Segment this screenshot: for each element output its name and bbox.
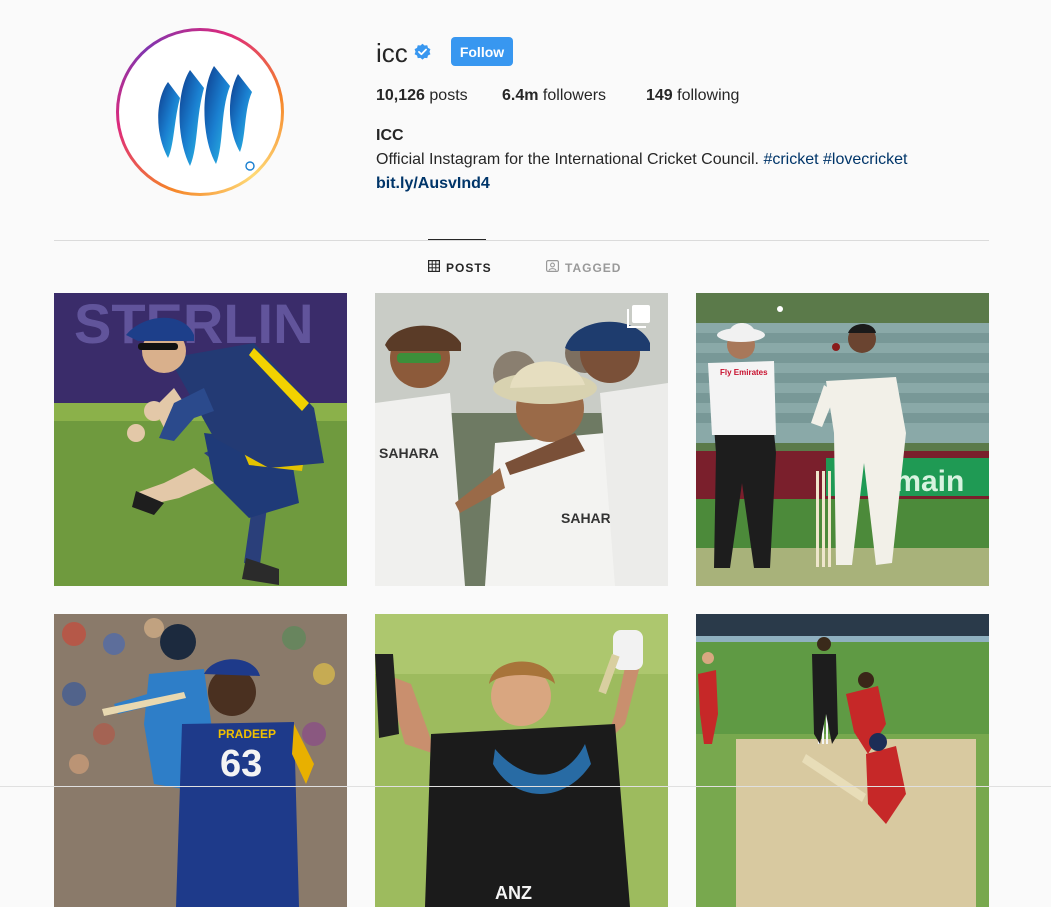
icc-logo (158, 66, 255, 171)
post-image: STERLIN (54, 293, 347, 586)
follow-button[interactable]: Follow (451, 37, 513, 66)
tabs-divider (54, 240, 989, 241)
avatar-image (119, 31, 281, 193)
jersey-number-text: 63 (220, 743, 262, 785)
post-thumbnail[interactable]: PRADEEP 63 (54, 614, 347, 907)
post-image: SAHARA SAHARA (375, 293, 668, 586)
post-image: ANZ (375, 614, 668, 907)
posts-count-label: posts (429, 87, 468, 104)
posts-count: 10,126 posts (376, 87, 468, 105)
profile-bio: Official Instagram for the International… (376, 151, 908, 169)
sponsor-text: SAHARA (379, 445, 439, 461)
sponsor-text: ANZ (495, 883, 532, 903)
bio-text: Official Instagram for the International… (376, 151, 759, 168)
following-count-value: 149 (646, 87, 673, 104)
post-image (696, 614, 989, 907)
post-thumbnail[interactable]: SAHARA SAHARA (375, 293, 668, 586)
posts-count-value: 10,126 (376, 87, 425, 104)
following-link[interactable]: 149 following (646, 87, 739, 105)
verified-badge-icon (413, 43, 432, 62)
banner-text: STERLIN (74, 293, 314, 355)
post-image: PRADEEP 63 (54, 614, 347, 907)
tagged-icon (546, 260, 560, 275)
profile-avatar[interactable] (116, 28, 284, 196)
grid-icon (428, 260, 441, 275)
post-thumbnail[interactable] (696, 614, 989, 907)
followers-link[interactable]: 6.4m followers (502, 87, 606, 105)
post-image: omain Fly Emirates (696, 293, 989, 586)
tab-tagged-label: TAGGED (565, 260, 622, 275)
profile-full-name: ICC (376, 127, 404, 144)
post-thumbnail[interactable]: omain Fly Emirates (696, 293, 989, 586)
following-count-label: following (677, 87, 740, 104)
active-tab-indicator (428, 239, 486, 240)
post-thumbnail[interactable]: STERLIN (54, 293, 347, 586)
tab-posts-label: POSTS (446, 260, 492, 275)
page-bottom-edge (0, 786, 1051, 787)
profile-website-link[interactable]: bit.ly/AusvInd4 (376, 175, 490, 193)
tab-tagged[interactable]: TAGGED (546, 260, 621, 275)
hashtag-link[interactable]: #cricket (763, 151, 818, 168)
profile-username: icc (376, 38, 408, 68)
post-thumbnail[interactable]: ANZ (375, 614, 668, 907)
shirt-brand-text: Fly Emirates (720, 368, 768, 377)
followers-count-value: 6.4m (502, 87, 539, 104)
followers-count-label: followers (542, 87, 607, 104)
tab-posts[interactable]: POSTS (428, 260, 492, 275)
jersey-name-text: PRADEEP (218, 727, 276, 741)
hashtag-link[interactable]: #lovecricket (823, 151, 907, 168)
